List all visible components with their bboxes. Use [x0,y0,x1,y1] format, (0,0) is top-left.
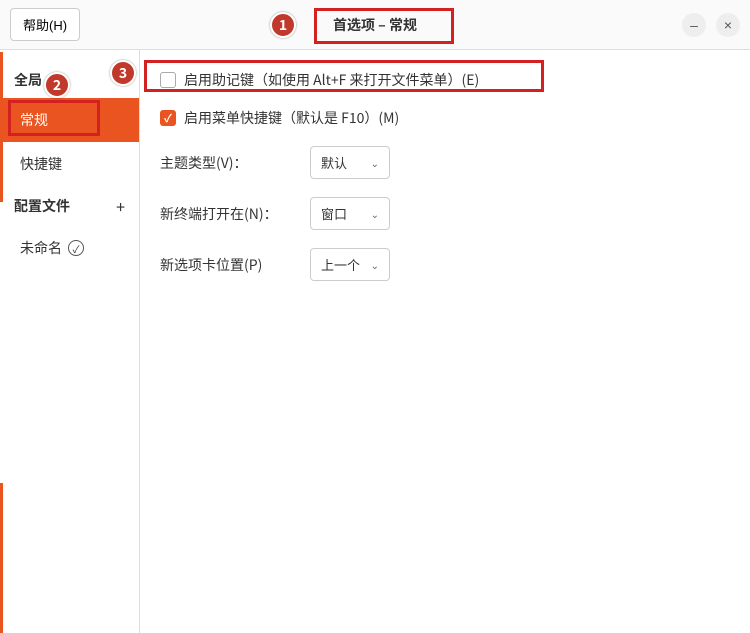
main-panel: 启用助记键（如使用 Alt+F 来打开文件菜单）(E) 启用菜单快捷键（默认是 … [140,50,750,633]
newtab-row: 新选项卡位置(P) 上一个 ⌄ [150,248,740,281]
chevron-down-icon: ⌄ [371,206,379,221]
default-profile-icon: ✓ [68,240,84,256]
scroll-accent-bottom [0,483,3,633]
window-controls: – × [682,13,740,37]
newtab-value: 上一个 [321,255,360,274]
minimize-button[interactable]: – [682,13,706,37]
titlebar: 帮助(H) 首选项 – 常规 – × [0,0,750,50]
accel-label: 启用菜单快捷键（默认是 F10）(M) [184,108,399,128]
theme-label: 主题类型(V)： [160,153,290,173]
newtab-select[interactable]: 上一个 ⌄ [310,248,390,281]
theme-select[interactable]: 默认 ⌄ [310,146,390,179]
mnemonics-checkbox[interactable] [160,72,176,88]
add-profile-icon[interactable]: + [116,194,125,218]
help-button[interactable]: 帮助(H) [10,8,80,41]
sidebar-profiles-label: 配置文件 [14,196,70,216]
newterm-value: 窗口 [321,204,347,223]
chevron-down-icon: ⌄ [371,257,379,272]
close-button[interactable]: × [716,13,740,37]
sidebar-profile-unnamed[interactable]: 未命名 ✓ [0,226,139,270]
sidebar-item-shortcuts[interactable]: 快捷键 [0,142,139,186]
profile-name: 未命名 [20,238,62,258]
content: 全局 常规 快捷键 配置文件 + 未命名 ✓ 启用助记键（如使用 Alt+F 来… [0,50,750,633]
mnemonics-label: 启用助记键（如使用 Alt+F 来打开文件菜单）(E) [184,70,479,90]
theme-row: 主题类型(V)： 默认 ⌄ [150,146,740,179]
newterm-row: 新终端打开在(N)： 窗口 ⌄ [150,197,740,230]
sidebar-item-general[interactable]: 常规 [0,98,139,142]
accel-row: 启用菜单快捷键（默认是 F10）(M) [150,108,740,128]
mnemonics-row: 启用助记键（如使用 Alt+F 来打开文件菜单）(E) [150,70,740,90]
newterm-label: 新终端打开在(N)： [160,204,290,224]
accel-checkbox[interactable] [160,110,176,126]
newtab-label: 新选项卡位置(P) [160,255,290,275]
chevron-down-icon: ⌄ [371,155,379,170]
annotation-marker-1: 1 [270,12,296,38]
annotation-marker-2: 2 [44,72,70,98]
annotation-marker-3: 3 [110,60,136,86]
sidebar: 全局 常规 快捷键 配置文件 + 未命名 ✓ [0,50,140,633]
newterm-select[interactable]: 窗口 ⌄ [310,197,390,230]
theme-value: 默认 [321,153,347,172]
window-title: 首选项 – 常规 [333,15,417,35]
sidebar-profiles-header: 配置文件 + [0,186,139,226]
scroll-accent-top [0,52,3,202]
